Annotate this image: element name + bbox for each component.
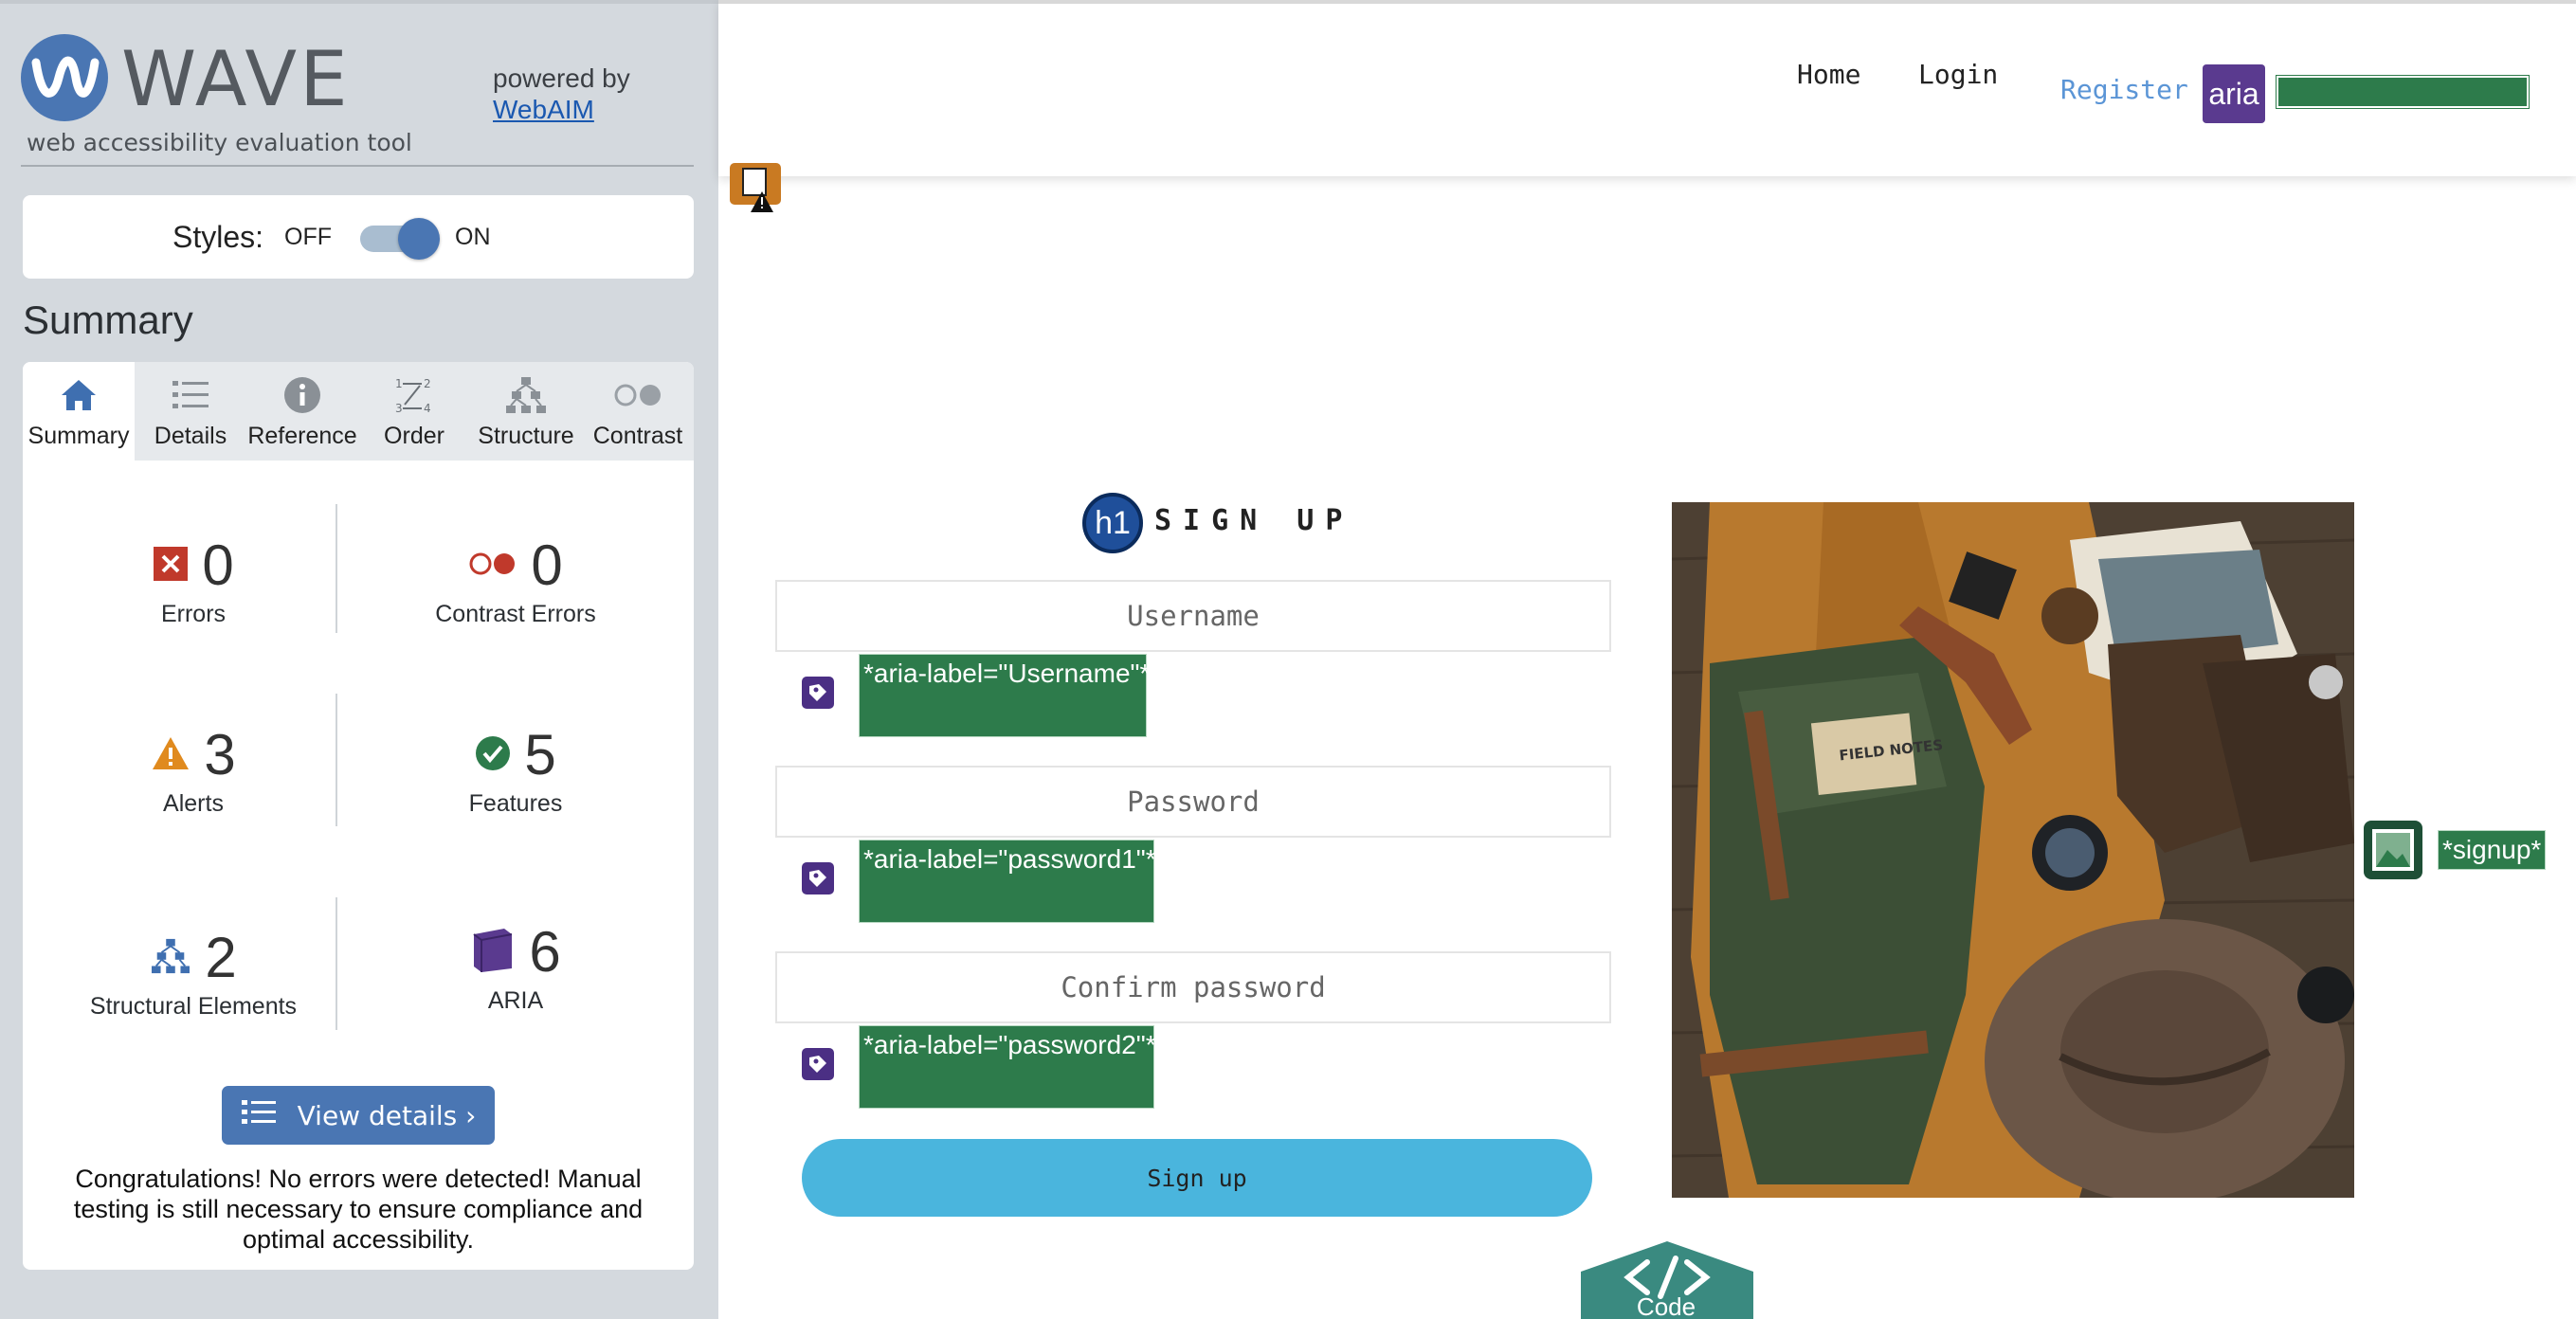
wave-tabs: Summary Details Reference 1 2 3 4 Order Str…: [23, 362, 694, 461]
home-icon: [23, 373, 135, 417]
wave-logo-icon: [21, 34, 108, 121]
aria-label-password1: *aria-label="password1"*: [859, 840, 1156, 923]
summary-heading: Summary: [23, 298, 193, 342]
svg-text:2: 2: [424, 377, 431, 390]
evaluated-page: Home Login Register aria h1 SIGN UP User…: [718, 0, 2576, 1319]
feature-check-icon: [475, 735, 511, 776]
webaim-link[interactable]: WebAIM: [493, 95, 594, 124]
tab-contrast[interactable]: Contrast: [582, 362, 694, 461]
metric-divider: [336, 504, 337, 633]
congrats-message: Congratulations! No errors were detected…: [73, 1165, 644, 1254]
aria-badge-icon: aria: [2203, 64, 2265, 123]
h1-badge-text: h1: [1095, 504, 1131, 541]
page-title: SIGN UP: [1154, 504, 1354, 537]
contrast-errors-label: Contrast Errors: [435, 601, 596, 627]
structure-element-icon: [150, 937, 191, 980]
aria-count: 6: [529, 920, 561, 984]
tab-structure[interactable]: Structure: [470, 362, 582, 461]
contrast-error-icon: [468, 551, 517, 582]
aria-label-username: *aria-label="Username"*: [859, 654, 1150, 737]
contrast-errors-metric[interactable]: 0 Contrast Errors: [354, 534, 677, 628]
sign-up-label: Sign up: [1147, 1164, 1247, 1192]
signup-image: FIELD NOTES: [1672, 502, 2354, 1198]
wave-sidebar: WAVE web accessibility evaluation tool p…: [0, 0, 718, 1319]
styles-toggle-card: Styles: OFF ON: [23, 195, 694, 279]
styles-label: Styles:: [172, 220, 264, 254]
tab-label: Reference: [247, 423, 357, 449]
alerts-metric[interactable]: 3 Alerts: [61, 724, 326, 818]
tab-label: Details: [154, 423, 227, 449]
tab-label: Structure: [478, 423, 574, 449]
aria-tag-icon: [802, 1048, 834, 1080]
aria-label-indicator: [2276, 75, 2530, 109]
aria-metric[interactable]: 6 ARIA: [354, 921, 677, 1015]
metric-divider: [336, 694, 337, 826]
wave-logo-text: WAVE: [121, 35, 351, 123]
errors-label: Errors: [160, 601, 227, 627]
view-details-button[interactable]: View details ›: [222, 1086, 495, 1145]
h1-heading-icon: h1: [1082, 493, 1143, 553]
nav-home-link[interactable]: Home: [1797, 59, 1860, 90]
styles-toggle-knob[interactable]: [398, 218, 440, 260]
image-alt-label: *signup*: [2438, 830, 2547, 870]
tab-label: Contrast: [592, 423, 683, 449]
confirm-password-input[interactable]: Confirm password: [775, 951, 1611, 1023]
alerts-count: 3: [204, 723, 236, 786]
tab-summary[interactable]: Summary: [23, 362, 135, 461]
tab-reference[interactable]: Reference: [246, 362, 358, 461]
svg-text:3: 3: [395, 402, 403, 415]
alerts-label: Alerts: [163, 790, 224, 817]
view-details-label: View details ›: [297, 1099, 477, 1131]
site-header: Home Login Register aria: [718, 0, 2576, 176]
error-icon: [153, 546, 189, 587]
styles-off-label: OFF: [284, 224, 332, 250]
info-icon: [246, 373, 358, 417]
svg-text:1: 1: [395, 377, 403, 390]
list-icon: [241, 1098, 277, 1133]
summary-panel: Summary Details Reference 1 2 3 4 Order Str…: [23, 362, 694, 1270]
sign-up-button[interactable]: Sign up: [802, 1139, 1592, 1217]
aria-tag-icon: [802, 677, 834, 709]
structural-count: 2: [205, 926, 237, 989]
structural-label: Structural Elements: [89, 993, 298, 1020]
wave-tagline: web accessibility evaluation tool: [27, 129, 412, 156]
contrast-errors-count: 0: [531, 533, 563, 597]
aria-badge-text: aria: [2208, 76, 2259, 111]
password-input[interactable]: Password: [775, 766, 1611, 838]
svg-text:4: 4: [424, 402, 431, 415]
contrast-icon: [582, 373, 694, 417]
styles-on-label: ON: [455, 224, 491, 250]
username-input[interactable]: Username: [775, 580, 1611, 652]
features-label: Features: [468, 790, 563, 817]
sidebar-divider: [21, 165, 694, 167]
structural-metric[interactable]: 2 Structural Elements: [42, 927, 345, 1021]
errors-metric[interactable]: 0 Errors: [61, 534, 326, 628]
features-metric[interactable]: 5 Features: [354, 724, 677, 818]
nav-login-link[interactable]: Login: [1918, 59, 1998, 90]
features-count: 5: [524, 723, 556, 786]
aria-label: ARIA: [487, 987, 544, 1014]
tab-details[interactable]: Details: [135, 362, 246, 461]
nav-register-link[interactable]: Register: [2060, 74, 2188, 105]
tab-label: Summary: [27, 423, 130, 449]
alert-image-icon: [728, 163, 787, 212]
aria-cube-icon: [470, 927, 516, 979]
alert-icon: [151, 735, 190, 776]
errors-count: 0: [202, 533, 234, 597]
powered-by-text: powered by: [493, 63, 630, 93]
tab-order[interactable]: 1 2 3 4 Order: [358, 362, 470, 461]
structure-icon: [470, 373, 582, 417]
aria-label-password2: *aria-label="password2"*: [859, 1025, 1156, 1109]
code-tab-label: Code: [1636, 1292, 1696, 1319]
powered-by: powered by WebAIM: [493, 63, 630, 125]
aria-tag-icon: [802, 862, 834, 894]
order-icon: 1 2 3 4: [358, 373, 470, 417]
list-icon: [135, 373, 246, 417]
image-alt-icon: [2364, 821, 2422, 879]
tab-label: Order: [384, 423, 444, 449]
